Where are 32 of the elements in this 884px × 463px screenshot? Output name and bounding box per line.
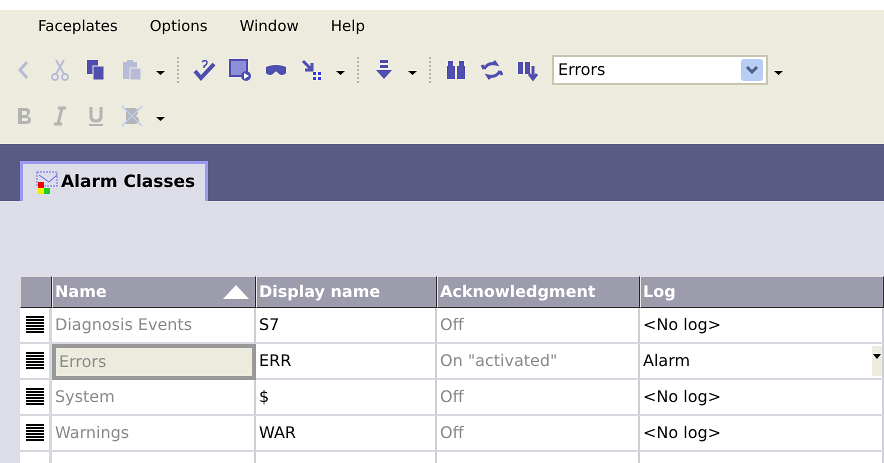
log-dropdown[interactable]: Alarm — [640, 344, 884, 380]
row-handle-icon[interactable] — [20, 416, 52, 452]
row-handle-icon[interactable] — [20, 344, 52, 380]
menu-item[interactable]: Faceplates — [38, 15, 134, 38]
table-cell: Off — [437, 416, 640, 452]
row-handle-icon[interactable] — [20, 308, 52, 344]
dropdown-button[interactable] — [741, 59, 763, 81]
header-corner — [20, 276, 52, 308]
table-cell: System — [52, 380, 256, 416]
table-cell: WAR — [256, 416, 437, 452]
table-cell: Diagnosis Events — [52, 308, 256, 344]
table-cell: Warnings — [52, 416, 256, 452]
caret-icon[interactable] — [872, 346, 882, 376]
menu-item[interactable]: Window — [240, 15, 315, 38]
table-cell: Off — [437, 380, 640, 416]
chevron-down-icon — [745, 65, 759, 75]
combo-box[interactable]: Errors — [552, 55, 768, 85]
table-cell: $ — [256, 380, 437, 416]
row-handle-icon[interactable] — [20, 380, 52, 416]
menu-item[interactable]: Options — [150, 15, 224, 38]
table-cell: <No log> — [640, 416, 884, 452]
table-cell: Errors — [52, 344, 256, 380]
table-cell: On "activated" — [437, 344, 640, 380]
menu-item[interactable]: Help — [330, 15, 381, 38]
tab[interactable]: Alarm Classes — [20, 161, 208, 201]
table-cell: <No log> — [640, 380, 884, 416]
alarm-classes-icon — [35, 170, 59, 196]
table-cell: <No log> — [640, 308, 884, 344]
table-cell: S7 — [256, 308, 437, 344]
table-cell: ERR — [256, 344, 437, 380]
combo-value: Errors — [558, 59, 606, 81]
table-cell: Off — [437, 308, 640, 344]
